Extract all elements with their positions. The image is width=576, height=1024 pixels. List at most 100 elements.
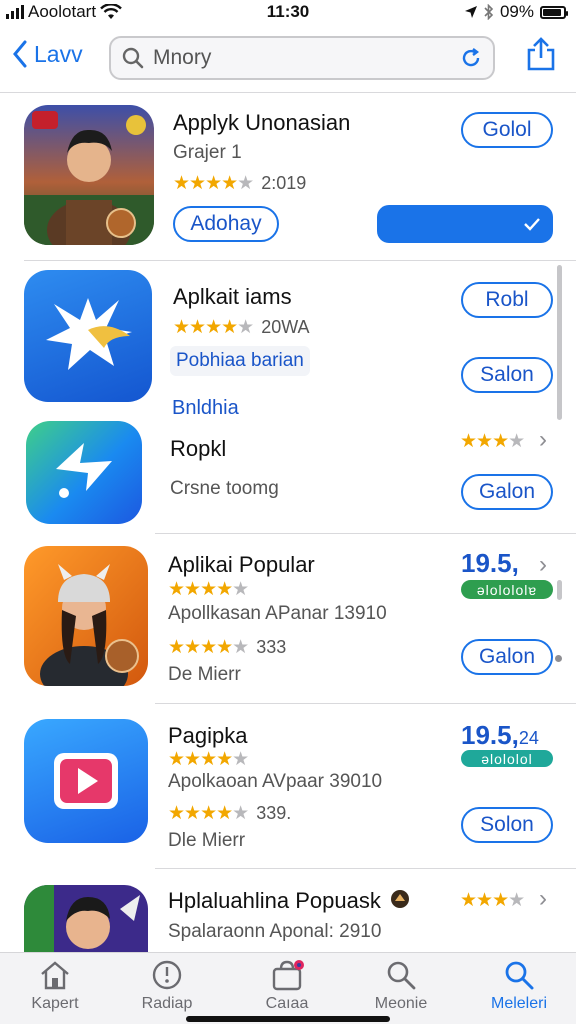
star-rating-icon: ★★★★ xyxy=(168,803,233,824)
app-icon-portrait[interactable] xyxy=(24,885,148,955)
battery-percent: 09% xyxy=(499,2,534,21)
home-icon xyxy=(41,961,69,990)
location-icon xyxy=(464,6,477,18)
star-half-icon: ★ xyxy=(232,803,249,824)
row-divider xyxy=(155,533,576,534)
rating-count: 2:019 xyxy=(261,173,307,193)
chevron-right-icon[interactable]: › xyxy=(539,426,547,454)
app-icon-character[interactable] xyxy=(24,546,148,686)
app-subtitle: Apolkaoan AVpaar 39010 xyxy=(168,771,383,792)
bluetooth-icon xyxy=(484,4,494,20)
app-icon-star[interactable] xyxy=(24,270,152,402)
app-rating: ★★★★ ★ 20WA xyxy=(173,316,310,339)
clock-icon xyxy=(152,960,182,990)
refresh-icon[interactable] xyxy=(459,46,483,70)
get-button[interactable]: Robl xyxy=(461,282,553,318)
tab-label: Kapert xyxy=(31,995,79,1012)
share-icon[interactable] xyxy=(526,36,556,72)
play-icon xyxy=(54,753,118,809)
price-value: 19.5, xyxy=(461,720,519,750)
status-right: 09% xyxy=(464,2,568,22)
price-suffix: 24 xyxy=(518,728,539,748)
tab-bar: Kapert Radiap Caıaa Meonie Meleleri xyxy=(0,952,576,1024)
app-rating: ★★★★ ★ xyxy=(168,748,249,771)
back-button[interactable]: Lavv xyxy=(12,40,83,68)
tab-history[interactable]: Radiap xyxy=(112,959,222,1013)
star-empty-icon: ★ xyxy=(232,579,249,600)
bag-icon xyxy=(272,960,304,991)
app-name: Aplikai Popular xyxy=(168,552,315,577)
tab-search[interactable]: Meonie xyxy=(346,959,456,1013)
app-icon-video[interactable] xyxy=(24,719,148,843)
offer-tag: ǝlolololɐ xyxy=(461,580,553,599)
app-name: Applyk Unonasian xyxy=(173,110,351,135)
install-button[interactable]: Galon xyxy=(461,474,553,510)
install-button[interactable]: Adohay xyxy=(173,206,279,242)
app-rating: ★★★★ ★ xyxy=(168,578,249,601)
row-divider xyxy=(24,260,576,261)
indicator-dot xyxy=(555,655,562,662)
developer-label: Dle Mierr xyxy=(168,830,246,851)
tab-label: Meleleri xyxy=(490,995,547,1012)
app-subtitle: Grajer 1 xyxy=(173,142,242,163)
portrait-art-icon xyxy=(24,885,148,955)
app-rating: ★★★ ★ xyxy=(460,889,525,912)
rating-count: 333 xyxy=(256,637,287,657)
search-icon xyxy=(505,961,534,990)
app-icon-arrow[interactable] xyxy=(26,421,142,524)
battery-icon xyxy=(540,5,568,19)
home-indicator[interactable] xyxy=(186,1016,390,1022)
app-link[interactable]: Bnldhia xyxy=(172,397,239,420)
app-icon-game[interactable] xyxy=(24,105,154,245)
chevron-right-icon[interactable]: › xyxy=(539,551,547,579)
app-subtitle: Spalaraonn Aponal: 2910 xyxy=(168,921,382,942)
rating-count: 339. xyxy=(256,803,292,823)
star-half-icon: ★ xyxy=(232,637,249,658)
star-rating-icon: ★★★ xyxy=(460,431,509,452)
star-empty-icon: ★ xyxy=(232,749,249,770)
star-rating-icon: ★★★★ xyxy=(173,317,238,338)
row-divider xyxy=(155,703,576,704)
search-icon xyxy=(387,961,416,990)
rating-count: 20WA xyxy=(261,317,310,337)
tab-label: Meonie xyxy=(374,995,428,1012)
scrollbar-thumb[interactable] xyxy=(557,580,562,600)
get-button[interactable]: Golol xyxy=(461,112,553,148)
search-input[interactable] xyxy=(153,46,459,70)
nav-bar: Lavv xyxy=(0,30,576,90)
app-rating: ★★★★ ★ 2:019 xyxy=(173,172,306,195)
character-art-icon xyxy=(24,546,148,686)
tab-cart[interactable]: Caıaa xyxy=(232,959,342,1013)
chevron-right-icon[interactable]: › xyxy=(539,885,547,913)
game-art-icon xyxy=(24,105,154,245)
tab-updates[interactable]: Meleleri xyxy=(464,959,574,1013)
app-rating-secondary: ★★★★ ★ 333 xyxy=(168,636,286,659)
search-bar[interactable] xyxy=(109,36,495,80)
star-rating-icon: ★★★★ xyxy=(173,173,238,194)
star-half-icon: ★ xyxy=(508,431,525,452)
app-name: Aplkait iams xyxy=(173,284,292,309)
tab-label: Radiap xyxy=(141,995,193,1012)
status-bar: Aoolotart 11:30 09% xyxy=(0,0,576,24)
star-half-icon: ★ xyxy=(508,890,525,911)
star-bird-icon xyxy=(46,298,132,370)
app-name: Ropkl xyxy=(170,436,227,461)
category-badge: Pobhiaa barian xyxy=(170,346,310,376)
tab-home[interactable]: Kapert xyxy=(0,959,110,1013)
app-rating: ★★★ ★ xyxy=(460,430,525,453)
scrollbar-thumb[interactable] xyxy=(557,265,562,420)
badge-icon xyxy=(391,890,409,908)
price-label: 19.5,24 xyxy=(461,720,539,751)
star-rating-icon: ★★★★ xyxy=(168,579,233,600)
install-button[interactable]: Solon xyxy=(461,807,553,843)
back-label: Lavv xyxy=(34,40,83,67)
app-subtitle: Apollkasan APanar 13910 xyxy=(168,603,387,624)
price-label: 19.5, xyxy=(461,548,519,578)
star-empty-icon: ★ xyxy=(237,173,254,194)
installed-toggle[interactable] xyxy=(377,205,553,243)
install-button[interactable]: Salon xyxy=(461,357,553,393)
install-button[interactable]: Galon xyxy=(461,639,553,675)
star-rating-icon: ★★★★ xyxy=(168,749,233,770)
app-name: Pagipka xyxy=(168,723,248,748)
row-divider xyxy=(155,868,576,869)
